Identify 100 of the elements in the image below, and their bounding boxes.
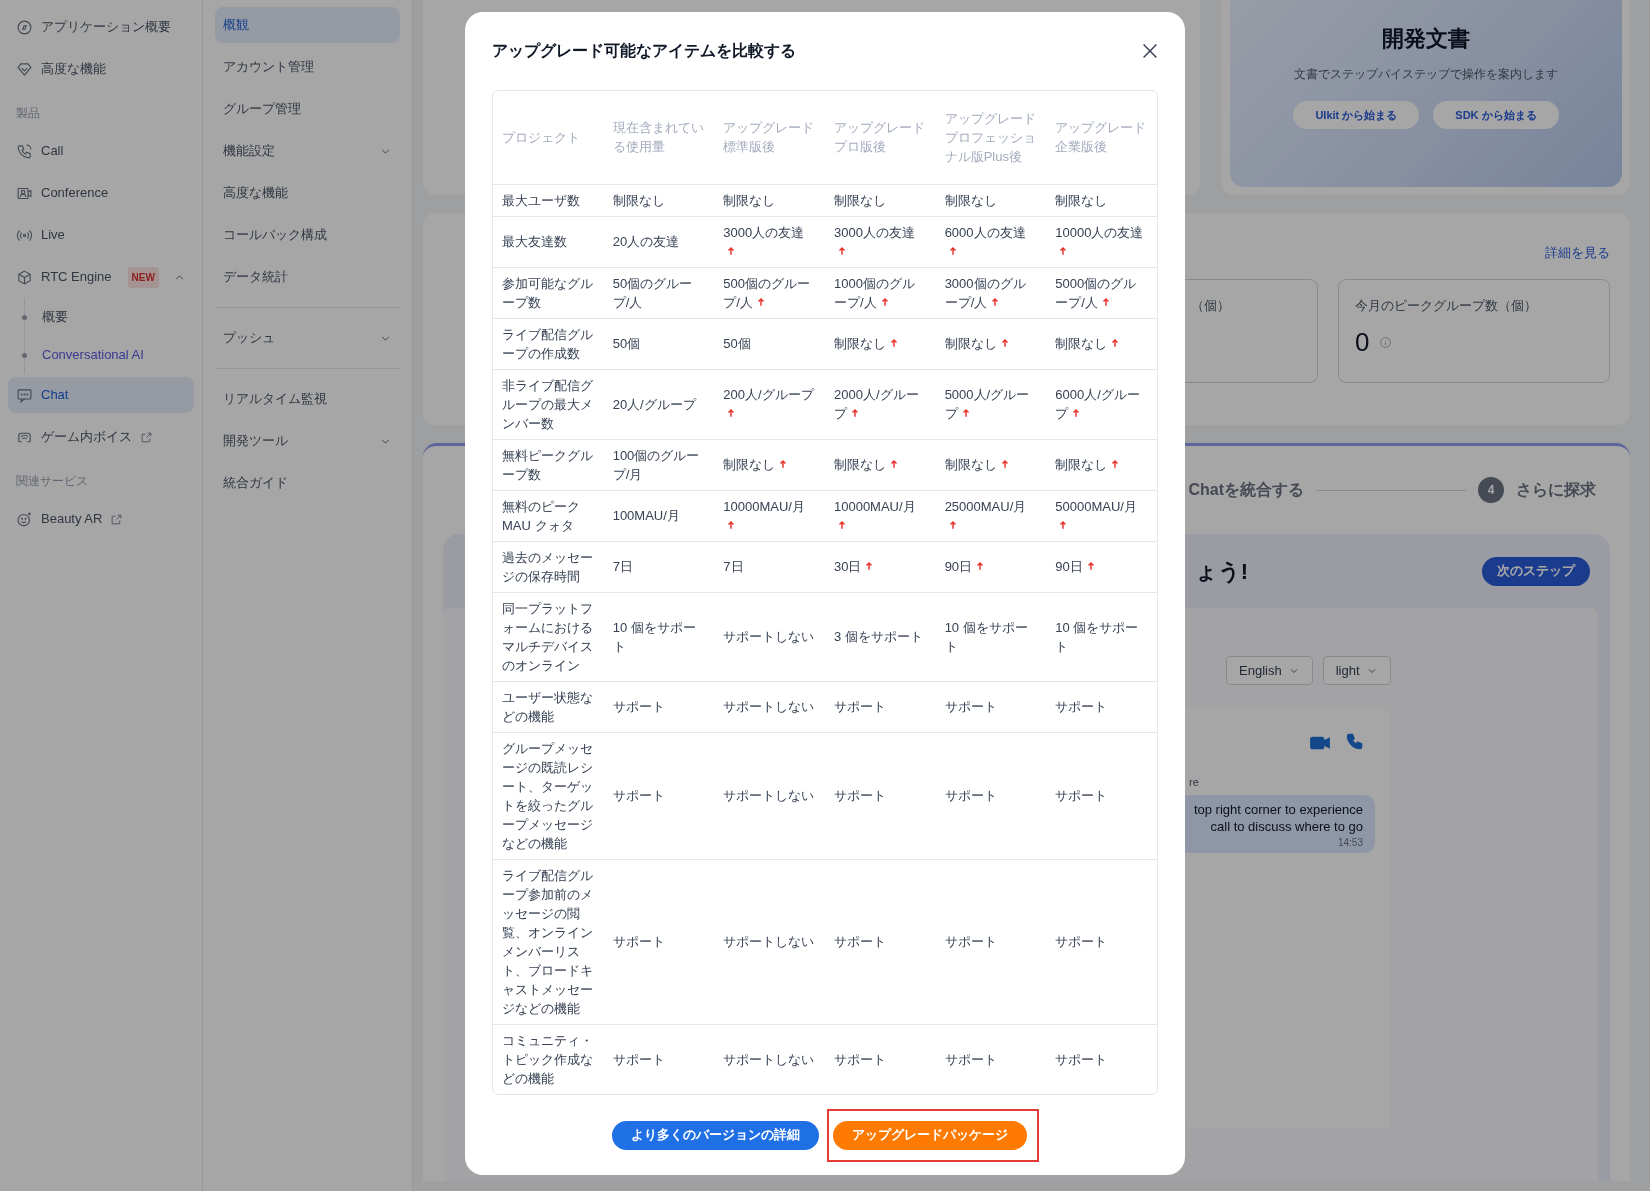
table-cell: 20人の友達 [603, 216, 715, 267]
sidebar-item[interactable]: アプリケーション概要 [8, 9, 194, 45]
stat-value: 0 [1355, 326, 1370, 359]
info-icon [1379, 336, 1393, 349]
table-cell: 10 個をサポート [603, 592, 715, 681]
subnav-item[interactable]: グループ管理 [215, 91, 400, 127]
subnav-item[interactable]: 高度な機能 [215, 175, 400, 211]
subnav-item[interactable]: 開発ツール [215, 423, 400, 459]
table-cell: サポートしない [714, 681, 825, 732]
sidebar-item[interactable]: Live [8, 217, 194, 253]
table-cell: サポート [603, 732, 715, 859]
section-label: 関連サービス [15, 473, 89, 490]
table-cell: サポート [603, 681, 715, 732]
table-cell: 10000MAU/月 [714, 490, 825, 541]
table-cell: サポート [1046, 732, 1157, 859]
row-label: ユーザー状態などの機能 [493, 681, 604, 732]
subnav-item[interactable]: 概観 [215, 7, 400, 43]
table-cell: サポート [824, 681, 936, 732]
sidebar-item[interactable]: Chat [8, 377, 194, 413]
docs-button[interactable]: UIkit から始まる [1293, 101, 1420, 129]
table-cell: サポートしない [714, 592, 825, 681]
table-cell: 制限なし [714, 439, 825, 490]
sidebar-item[interactable]: Call [8, 133, 194, 169]
step-label: さらに探求 [1516, 480, 1596, 500]
row-label: ライブ配信グループの作成数 [493, 318, 604, 369]
row-label: 同一プラットフォームにおけるマルチデバイスのオンライン [493, 592, 604, 681]
subnav-item[interactable]: アカウント管理 [215, 49, 400, 85]
bullet-icon [22, 352, 27, 358]
column-header: プロジェクト [493, 91, 604, 184]
table-cell: 90日 [1046, 541, 1157, 592]
table-cell: 7日 [603, 541, 715, 592]
step-number: 4 [1478, 477, 1504, 503]
bullet-icon [22, 314, 27, 320]
table-cell: 3 個をサポート [824, 592, 936, 681]
message-text: top right corner to experience [1193, 800, 1363, 818]
table-cell: 制限なし [935, 318, 1047, 369]
subnav-item[interactable]: データ統計 [215, 259, 400, 295]
sidebar-item[interactable]: 高度な機能 [8, 51, 194, 87]
table-cell: 200人/グループ [714, 369, 825, 439]
new-badge: NEW [127, 266, 159, 288]
subnav-item[interactable]: 統合ガイド [215, 465, 400, 501]
table-cell: 50個のグループ/人 [603, 267, 715, 318]
table-cell: 制限なし [935, 184, 1047, 216]
sidebar-subitem[interactable]: Conversational AI [42, 345, 144, 365]
sidebar-item[interactable]: RTC Engine NEW [8, 259, 194, 295]
table-cell: 制限なし [935, 439, 1047, 490]
row-label: 非ライブ配信グループの最大メンバー数 [493, 369, 604, 439]
table-cell: 制限なし [1046, 184, 1157, 216]
table-cell: 2000人/グループ [824, 369, 936, 439]
message-time: 14:53 [1337, 835, 1363, 850]
dropdown[interactable]: light [1322, 656, 1391, 685]
table-cell: サポート [1046, 859, 1157, 1024]
docs-subtitle: 文書でステップバイステップで操作を案内します [1294, 66, 1558, 83]
table-cell: 3000個のグループ/人 [935, 267, 1047, 318]
column-header: 現在含まれている使用量 [603, 91, 715, 184]
column-header: アップグレードプロ版後 [824, 91, 936, 184]
table-cell: 100個のグループ/月 [603, 439, 715, 490]
subnav-item[interactable]: プッシュ [215, 320, 400, 356]
table-cell: サポートしない [714, 1024, 825, 1094]
sender-name: re [1189, 775, 1199, 790]
subnav-item[interactable]: コールバック構成 [215, 217, 400, 253]
sidebar-item[interactable]: Conference [8, 175, 194, 211]
row-label: 参加可能なグループ数 [493, 267, 604, 318]
column-header: アップグレード標準版後 [714, 91, 825, 184]
table-cell: 制限なし [824, 439, 936, 490]
details-link[interactable]: 詳細を見る [1545, 243, 1610, 263]
sidebar-subitem[interactable]: 概要 [42, 307, 68, 327]
section-label: 製品 [15, 105, 41, 122]
row-label: 無料のピークMAU クォタ [493, 490, 604, 541]
compass-icon [16, 18, 33, 36]
subnav-item[interactable]: 機能設定 [215, 133, 400, 169]
table-cell: 50個 [714, 318, 825, 369]
table-cell: 100MAU/月 [603, 490, 715, 541]
table-cell: サポートしない [714, 859, 825, 1024]
table-cell: サポート [1046, 1024, 1157, 1094]
row-label: コミュニティ・トピック作成などの機能 [493, 1024, 604, 1094]
table-cell: サポート [603, 1024, 715, 1094]
table-cell: 30日 [824, 541, 936, 592]
dialog-title: アップグレード可能なアイテムを比較する [492, 41, 796, 62]
table-cell: 6000人/グループ [1046, 369, 1157, 439]
table-cell: 10 個をサポート [935, 592, 1047, 681]
diamond-icon [16, 60, 33, 78]
table-cell: 3000人の友達 [824, 216, 936, 267]
sidebar-item[interactable]: ゲーム内ボイス [8, 419, 194, 455]
table-cell: 90日 [935, 541, 1047, 592]
table-cell: 制限なし [714, 184, 825, 216]
dropdown[interactable]: English [1226, 656, 1313, 685]
table-cell: 10000人の友達 [1046, 216, 1157, 267]
table-cell: 5000個のグループ/人 [1046, 267, 1157, 318]
row-label: グループメッセージの既読レシート、ターゲットを絞ったグループメッセージなどの機能 [493, 732, 604, 859]
docs-button[interactable]: SDK から始まる [1433, 101, 1559, 129]
sidebar-item[interactable]: Beauty AR [8, 501, 194, 537]
next-step-button[interactable]: 次のステップ [1482, 556, 1590, 586]
subnav-item[interactable]: リアルタイム監視 [215, 381, 400, 417]
table-cell: 50個 [603, 318, 715, 369]
stat-label: 今月のピークグループ数（個） [1355, 296, 1537, 315]
table-cell: サポート [935, 732, 1047, 859]
row-label: 最大ユーザ数 [493, 184, 604, 216]
table-cell: サポート [935, 681, 1047, 732]
details-button[interactable]: より多くのバージョンの詳細 [611, 1120, 819, 1150]
